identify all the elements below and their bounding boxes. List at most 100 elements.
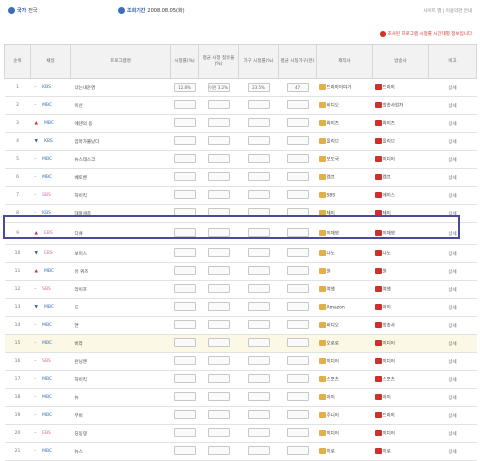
table-row[interactable]: 17- MBC 하이킥 스포츠 스포츠 상세: [4, 370, 477, 389]
column-header[interactable]: 평균 시청 점유율(%): [198, 44, 239, 79]
detail-link[interactable]: 상세: [428, 406, 477, 425]
region-filter[interactable]: 국가 전국: [8, 7, 37, 14]
program-title[interactable]: 뉴스: [70, 442, 171, 461]
producer-cell[interactable]: Amazon: [316, 298, 373, 317]
broadcaster-cell[interactable]: 캠프: [372, 168, 429, 187]
detail-link[interactable]: 상세: [428, 280, 477, 299]
broadcaster-cell[interactable]: 방송사: [372, 316, 429, 335]
detail-link[interactable]: 상세: [428, 244, 477, 263]
program-title[interactable]: 다큐: [70, 222, 171, 245]
detail-link[interactable]: 상세: [428, 316, 477, 335]
table-row[interactable]: 11 ▲ MBC 유 퀴즈 원 원 상세: [4, 262, 477, 281]
detail-link[interactable]: 상세: [428, 168, 477, 187]
broadcaster-cell[interactable]: 드라마: [372, 406, 429, 425]
broadcaster-cell[interactable]: 아이: [372, 388, 429, 407]
detail-link[interactable]: 상세: [428, 186, 477, 205]
producer-cell[interactable]: 이재영: [316, 222, 373, 245]
producer-cell[interactable]: SBS: [316, 186, 373, 205]
column-header[interactable]: 비고: [428, 44, 477, 79]
table-row[interactable]: 8- KBS 대왕세종 제이 제이 상세: [4, 204, 477, 223]
program-title[interactable]: 하이킥: [70, 186, 171, 205]
table-row[interactable]: 5- MBC 뉴스데스크 보도국 미디어 상세: [4, 150, 477, 169]
column-header[interactable]: 평균 시청가구(천): [278, 44, 317, 79]
table-row[interactable]: 10 ▼ EBS 보이스 나노 나노 상세: [4, 244, 477, 263]
broadcaster-cell[interactable]: 미디어: [372, 150, 429, 169]
producer-cell[interactable]: 드라마이야기: [316, 78, 373, 97]
table-row[interactable]: 16- SBS 런닝맨 미디어 미디어 상세: [4, 352, 477, 371]
column-header[interactable]: 제작사: [316, 44, 373, 79]
detail-link[interactable]: 상세: [428, 370, 477, 389]
broadcaster-cell[interactable]: 방송사업자: [372, 96, 429, 115]
program-title[interactable]: 라이프: [70, 280, 171, 299]
producer-cell[interactable]: 올리브: [316, 132, 373, 151]
table-row[interactable]: 15- MBC 버라 오로로 미디어 상세: [4, 334, 477, 353]
producer-cell[interactable]: 원: [316, 262, 373, 281]
detail-link[interactable]: 상세: [428, 442, 477, 461]
detail-link[interactable]: 상세: [428, 222, 477, 245]
table-row[interactable]: 1- KBS 너는내운명 12.8% 이전 3.2% 23.5% 47 드라마이야기 드라마 상세: [4, 78, 477, 97]
program-title[interactable]: 유 퀴즈: [70, 262, 171, 281]
program-title[interactable]: 대왕세종: [70, 204, 171, 223]
detail-link[interactable]: 상세: [428, 298, 477, 317]
producer-cell[interactable]: 이로: [316, 442, 373, 461]
table-row[interactable]: 6- MBC 베토벤 캠프 캠프 상세: [4, 168, 477, 187]
broadcaster-cell[interactable]: 이로: [372, 442, 429, 461]
broadcaster-cell[interactable]: 미디어: [372, 424, 429, 443]
detail-link[interactable]: 상세: [428, 204, 477, 223]
column-header[interactable]: 방송사: [372, 44, 429, 79]
program-title[interactable]: 버라: [70, 334, 171, 353]
producer-cell[interactable]: 제이: [316, 204, 373, 223]
program-title[interactable]: 뉴: [70, 388, 171, 407]
detail-link[interactable]: 상세: [428, 132, 477, 151]
broadcaster-cell[interactable]: 드라마: [372, 78, 429, 97]
producer-cell[interactable]: 스포츠: [316, 370, 373, 389]
program-title[interactable]: 엄마가뿔났다: [70, 132, 171, 151]
table-row[interactable]: 13 ▼ MBC 드 Amazon 아이 상세: [4, 298, 477, 317]
detail-link[interactable]: 상세: [428, 78, 477, 97]
table-row[interactable]: 19- MBC 무비 주니어 드라마 상세: [4, 406, 477, 425]
period-filter[interactable]: 조회기간 2008.08.05(화): [118, 7, 185, 14]
program-title[interactable]: 드: [70, 298, 171, 317]
table-row[interactable]: 9 ▲ EBS 다큐 이재영 이재영 상세: [4, 222, 477, 245]
broadcaster-cell[interactable]: 에이스: [372, 186, 429, 205]
column-header[interactable]: 채널: [30, 44, 71, 79]
producer-cell[interactable]: 캠프: [316, 168, 373, 187]
detail-link[interactable]: 상세: [428, 150, 477, 169]
producer-cell[interactable]: 주니어: [316, 406, 373, 425]
column-header[interactable]: 순위: [4, 44, 31, 79]
column-header[interactable]: 프로그램명: [70, 44, 171, 79]
producer-cell[interactable]: 보도국: [316, 150, 373, 169]
table-row[interactable]: 4 ▼ KBS 엄마가뿔났다 올리브 올리브 상세: [4, 132, 477, 151]
table-row[interactable]: 3 ▲ MBC 에덴의 동 와이즈 와이즈 상세: [4, 114, 477, 133]
detail-link[interactable]: 상세: [428, 96, 477, 115]
broadcaster-cell[interactable]: 미디어: [372, 334, 429, 353]
program-title[interactable]: 무비: [70, 406, 171, 425]
detail-link[interactable]: 상세: [428, 114, 477, 133]
producer-cell[interactable]: 비디오: [316, 96, 373, 115]
broadcaster-cell[interactable]: 스포츠: [372, 370, 429, 389]
producer-cell[interactable]: 여행: [316, 280, 373, 299]
program-title[interactable]: 런닝맨: [70, 352, 171, 371]
table-row[interactable]: 7- SBS 하이킥 SBS 에이스 상세: [4, 186, 477, 205]
detail-link[interactable]: 상세: [428, 352, 477, 371]
header-links[interactable]: 사이트 맵 | 이용약관 안내: [423, 8, 472, 14]
program-title[interactable]: 뉴스데스크: [70, 150, 171, 169]
detail-link[interactable]: 상세: [428, 334, 477, 353]
producer-cell[interactable]: 아이: [316, 388, 373, 407]
table-row[interactable]: 2- MBC 이산 비디오 방송사업자 상세: [4, 96, 477, 115]
broadcaster-cell[interactable]: 아이: [372, 298, 429, 317]
column-header[interactable]: 가구 시청률(%): [238, 44, 279, 79]
table-row[interactable]: 18- MBC 뉴 아이 아이 상세: [4, 388, 477, 407]
producer-cell[interactable]: 와이즈: [316, 114, 373, 133]
program-title[interactable]: 보이스: [70, 244, 171, 263]
broadcaster-cell[interactable]: 여행: [372, 280, 429, 299]
broadcaster-cell[interactable]: 와이즈: [372, 114, 429, 133]
broadcaster-cell[interactable]: 원: [372, 262, 429, 281]
detail-link[interactable]: 상세: [428, 262, 477, 281]
program-title[interactable]: 연: [70, 316, 171, 335]
table-row[interactable]: 12- SBS 라이프 여행 여행 상세: [4, 280, 477, 299]
program-title[interactable]: 에덴의 동: [70, 114, 171, 133]
broadcaster-cell[interactable]: 나노: [372, 244, 429, 263]
program-title[interactable]: 하이킥: [70, 370, 171, 389]
broadcaster-cell[interactable]: 미디어: [372, 352, 429, 371]
